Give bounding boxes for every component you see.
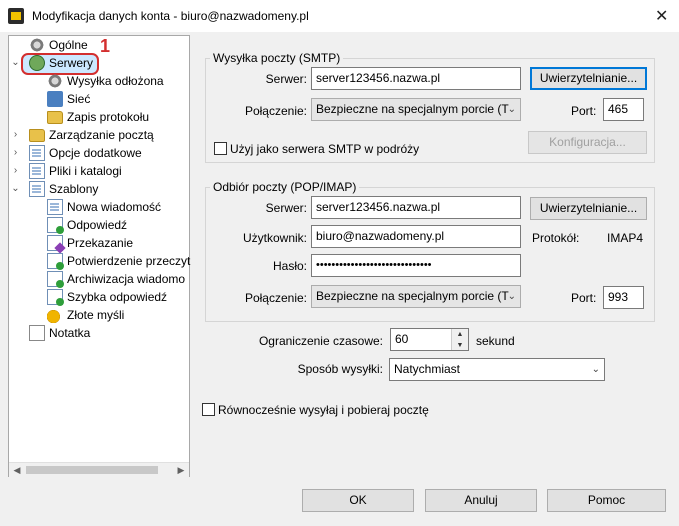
tree-item-label: Przekazanie: [67, 236, 134, 250]
expand-icon[interactable]: ›: [11, 126, 20, 144]
ok-button[interactable]: OK: [302, 489, 414, 512]
close-icon[interactable]: ✕: [655, 6, 668, 26]
tree-horizontal-scrollbar[interactable]: ◀ ▶: [9, 462, 189, 477]
smtp-server-label: Serwer:: [265, 72, 307, 86]
tree-item-label: Złote myśli: [67, 308, 125, 322]
tree-item-label: Nowa wiadomość: [67, 200, 162, 214]
tree-item-label: Zarządzanie pocztą: [49, 128, 154, 142]
quick-reply-icon: [47, 289, 64, 306]
pop-group-title: Odbiór poczty (POP/IMAP): [210, 180, 360, 194]
timeout-input[interactable]: 60 ▲ ▼: [390, 328, 469, 351]
timeout-value: 60: [395, 332, 409, 346]
note-icon: [29, 325, 45, 341]
collapse-icon[interactable]: ⌄: [11, 54, 20, 72]
simultaneous-checkbox[interactable]: [202, 403, 215, 416]
server-icon: [29, 55, 45, 71]
collapse-icon[interactable]: ⌄: [11, 180, 20, 198]
tree-item-label: Pliki i katalogi: [49, 164, 122, 178]
document-icon: [47, 199, 63, 215]
smtp-port-input[interactable]: 465: [603, 98, 644, 121]
tree-item-label: Opcje dodatkowe: [49, 146, 142, 160]
smtp-port-label: Port:: [571, 104, 597, 118]
smtp-connection-select[interactable]: Bezpieczne na specjalnym porcie (T ⌄: [311, 98, 521, 121]
tree-item-label: Szablony: [49, 182, 99, 196]
pop-server-input[interactable]: server123456.nazwa.pl: [311, 196, 521, 219]
pop-auth-button[interactable]: Uwierzytelnianie...: [530, 197, 647, 220]
folder-icon: [29, 129, 45, 142]
document-icon: [29, 145, 45, 161]
send-mode-label: Sposób wysyłki:: [297, 362, 383, 376]
smtp-auth-button[interactable]: Uwierzytelnianie...: [530, 67, 647, 90]
help-button[interactable]: Pomoc: [547, 489, 666, 512]
pop-protocol-label: Protokół:: [532, 231, 580, 245]
smtp-connection-label: Połączenie:: [244, 104, 307, 118]
chevron-down-icon: ⌄: [507, 291, 516, 302]
gear-icon: [29, 37, 45, 53]
pop-port-label: Port:: [571, 291, 597, 305]
annotation-badge: 1: [100, 36, 111, 56]
window-title: Modyfikacja danych konta - biuro@nazwado…: [32, 9, 309, 23]
pop-password-label: Hasło:: [272, 259, 307, 273]
archive-icon: [47, 271, 64, 288]
simultaneous-label: Równocześnie wysyłaj i pobieraj pocztę: [218, 403, 429, 417]
confirm-icon: [47, 253, 64, 270]
pop-port-input[interactable]: 993: [603, 286, 644, 309]
coins-icon: [47, 307, 63, 323]
pop-connection-value: Bezpieczne na specjalnym porcie (T: [316, 289, 509, 303]
scrollbar-thumb[interactable]: [26, 466, 158, 474]
pop-server-label: Serwer:: [265, 201, 307, 215]
timeout-label: Ograniczenie czasowe:: [258, 334, 383, 348]
tree-item-label: Wysyłka odłożona: [67, 74, 164, 88]
chevron-down-icon: ⌄: [507, 104, 516, 115]
pop-user-input[interactable]: biuro@nazwadomeny.pl: [311, 225, 521, 248]
document-icon: [29, 181, 45, 197]
pop-connection-label: Połączenie:: [244, 291, 307, 305]
pop-password-input[interactable]: ••••••••••••••••••••••••••••••: [311, 254, 521, 277]
tree-item-label: Sieć: [67, 92, 91, 106]
tree-item-label: Ogólne: [49, 38, 88, 52]
tree-item-label: Archiwizacja wiadomo: [67, 272, 186, 286]
smtp-travel-checkbox[interactable]: [214, 142, 227, 155]
tree-item-label: Odpowiedź: [67, 218, 128, 232]
tree-item-label: Notatka: [49, 326, 91, 340]
scroll-left-icon[interactable]: ◀: [10, 463, 24, 477]
smtp-group-title: Wysyłka poczty (SMTP): [210, 51, 344, 65]
document-icon: [29, 163, 45, 179]
smtp-connection-value: Bezpieczne na specjalnym porcie (T: [316, 102, 509, 116]
cancel-button[interactable]: Anuluj: [425, 489, 537, 512]
scroll-right-icon[interactable]: ▶: [174, 463, 188, 477]
app-icon: [8, 8, 24, 24]
gear-icon: [47, 73, 63, 89]
tree-item-label: Zapis protokołu: [67, 110, 150, 124]
pop-user-label: Użytkownik:: [242, 231, 307, 245]
pop-connection-select[interactable]: Bezpieczne na specjalnym porcie (T ⌄: [311, 285, 521, 308]
tree-item-label: Serwery: [49, 56, 94, 70]
smtp-server-input[interactable]: server123456.nazwa.pl: [311, 67, 521, 90]
timeout-unit: sekund: [476, 334, 515, 348]
forward-icon: [47, 235, 63, 251]
spin-down-icon[interactable]: ▼: [452, 340, 468, 350]
timeout-stepper[interactable]: ▲ ▼: [451, 329, 468, 350]
tree-item-label: Potwierdzenie przeczyt: [67, 254, 191, 268]
chevron-down-icon: ⌄: [591, 364, 600, 375]
network-icon: [47, 91, 63, 107]
expand-icon[interactable]: ›: [11, 162, 20, 180]
send-mode-select[interactable]: Natychmiast ⌄: [389, 358, 605, 381]
send-mode-value: Natychmiast: [394, 362, 461, 376]
reply-icon: [47, 217, 64, 234]
smtp-config-button[interactable]: Konfiguracja...: [528, 131, 647, 154]
pop-protocol-value: IMAP4: [607, 231, 644, 245]
spin-up-icon[interactable]: ▲: [452, 329, 468, 340]
smtp-travel-label: Użyj jako serwera SMTP w podróży: [230, 142, 420, 156]
expand-icon[interactable]: ›: [11, 144, 20, 162]
tree-item-label: Szybka odpowiedź: [67, 290, 168, 304]
folder-icon: [47, 111, 63, 124]
